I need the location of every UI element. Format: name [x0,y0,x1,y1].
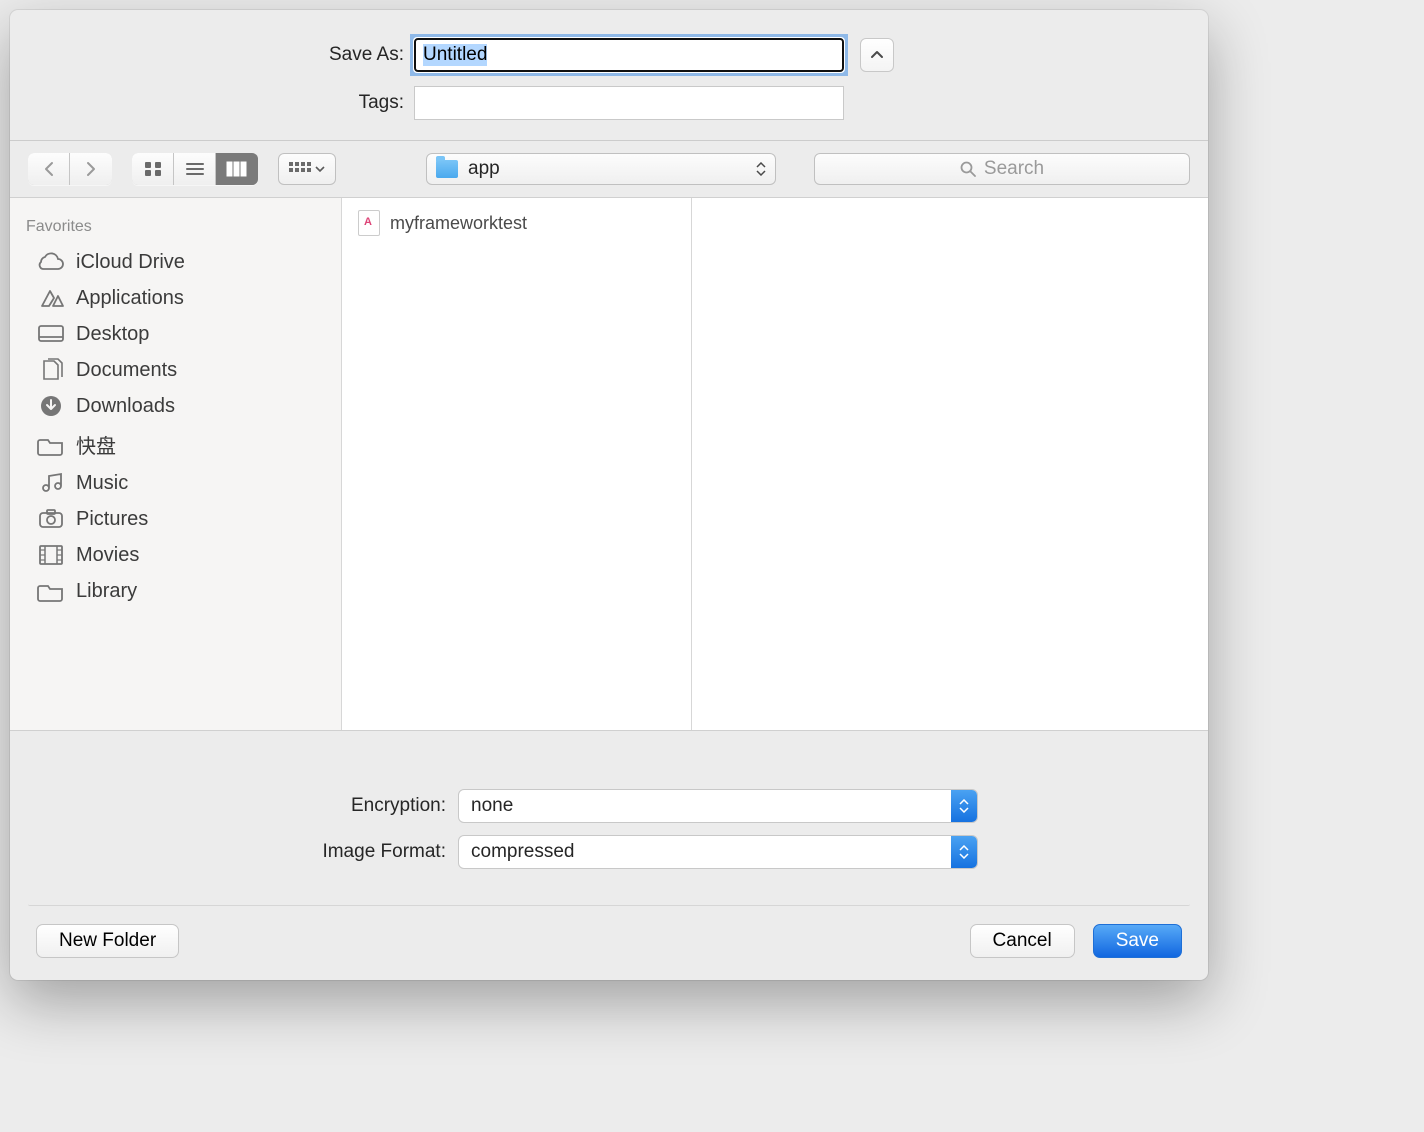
sidebar: Favorites iCloud Drive Applications Desk… [10,198,342,730]
save-as-label: Save As: [30,44,414,66]
sidebar-item-music[interactable]: Music [10,465,341,501]
format-value: compressed [459,841,951,863]
search-placeholder: Search [984,158,1044,180]
new-folder-button[interactable]: New Folder [36,924,179,958]
save-form: Save As: Tags: [10,10,1208,141]
encryption-row: Encryption: none [48,789,1170,823]
sidebar-item-applications[interactable]: Applications [10,280,341,316]
sidebar-item-library[interactable]: Library [10,573,341,609]
search-icon [960,161,976,177]
sidebar-item-documents[interactable]: Documents [10,352,341,388]
format-label: Image Format: [48,841,458,863]
save-button[interactable]: Save [1093,924,1182,958]
browser-toolbar: app Search [10,141,1208,198]
sidebar-item-label: Pictures [76,508,148,531]
tags-row: Tags: [30,86,1188,120]
applications-icon [36,286,66,310]
nav-group [28,153,112,185]
file-item[interactable]: myframeworktest [354,208,679,238]
save-as-row: Save As: [30,38,1188,72]
column-1: myframeworktest [342,198,692,730]
sidebar-item-label: iCloud Drive [76,251,185,274]
sidebar-item-movies[interactable]: Movies [10,537,341,573]
collapse-toggle-button[interactable] [860,38,894,72]
encryption-select[interactable]: none [458,789,978,823]
dialog-footer: New Folder Cancel Save [10,924,1208,980]
folder-icon [436,160,458,178]
tags-input[interactable] [414,86,844,120]
documents-icon [36,358,66,382]
sidebar-item-pictures[interactable]: Pictures [10,501,341,537]
options-panel: Encryption: none Image Format: compresse… [28,749,1190,906]
columns-icon [226,161,248,177]
chevron-right-icon [85,161,97,177]
format-select[interactable]: compressed [458,835,978,869]
pictures-icon [36,507,66,531]
sidebar-item-label: Movies [76,544,139,567]
save-as-input[interactable] [414,38,844,72]
sidebar-item-label: Music [76,472,128,495]
back-button[interactable] [28,153,70,185]
downloads-icon [36,394,66,418]
view-mode-group [132,153,258,185]
encryption-label: Encryption: [48,795,458,817]
sidebar-item-label: 快盘 [76,430,116,459]
sidebar-item-icloud[interactable]: iCloud Drive [10,244,341,280]
movies-icon [36,543,66,567]
location-popup[interactable]: app [426,153,776,185]
list-view-button[interactable] [174,153,216,185]
icon-view-button[interactable] [132,153,174,185]
list-icon [185,162,205,176]
sidebar-item-kuaipan[interactable]: 快盘 [10,424,341,465]
column-view-button[interactable] [216,153,258,185]
save-dialog: Save As: Tags: [10,10,1208,980]
sidebar-item-downloads[interactable]: Downloads [10,388,341,424]
updown-icon [951,836,977,868]
sidebar-item-label: Library [76,580,137,603]
tags-label: Tags: [30,92,414,114]
desktop-icon [36,322,66,346]
folder-icon [36,433,66,457]
grid-icon [144,161,162,177]
format-row: Image Format: compressed [48,835,1170,869]
column-2 [692,198,1208,730]
sidebar-item-label: Applications [76,287,184,310]
updown-icon [756,162,766,176]
sidebar-item-label: Documents [76,359,177,382]
music-icon [36,471,66,495]
sidebar-item-label: Downloads [76,395,175,418]
location-text: app [468,158,746,180]
file-browser: Favorites iCloud Drive Applications Desk… [10,198,1208,731]
folder-icon [36,579,66,603]
chevron-down-icon [315,165,325,173]
encryption-value: none [459,795,951,817]
arrange-icon [289,162,311,176]
updown-icon [951,790,977,822]
cancel-button[interactable]: Cancel [970,924,1075,958]
arrange-button[interactable] [278,153,336,185]
sidebar-item-label: Desktop [76,323,149,346]
chevron-up-icon [870,50,884,60]
chevron-left-icon [43,161,55,177]
app-file-icon [358,210,380,236]
forward-button[interactable] [70,153,112,185]
search-field[interactable]: Search [814,153,1190,185]
file-name: myframeworktest [390,213,527,234]
sidebar-item-desktop[interactable]: Desktop [10,316,341,352]
cloud-icon [36,250,66,274]
sidebar-header: Favorites [10,212,341,244]
